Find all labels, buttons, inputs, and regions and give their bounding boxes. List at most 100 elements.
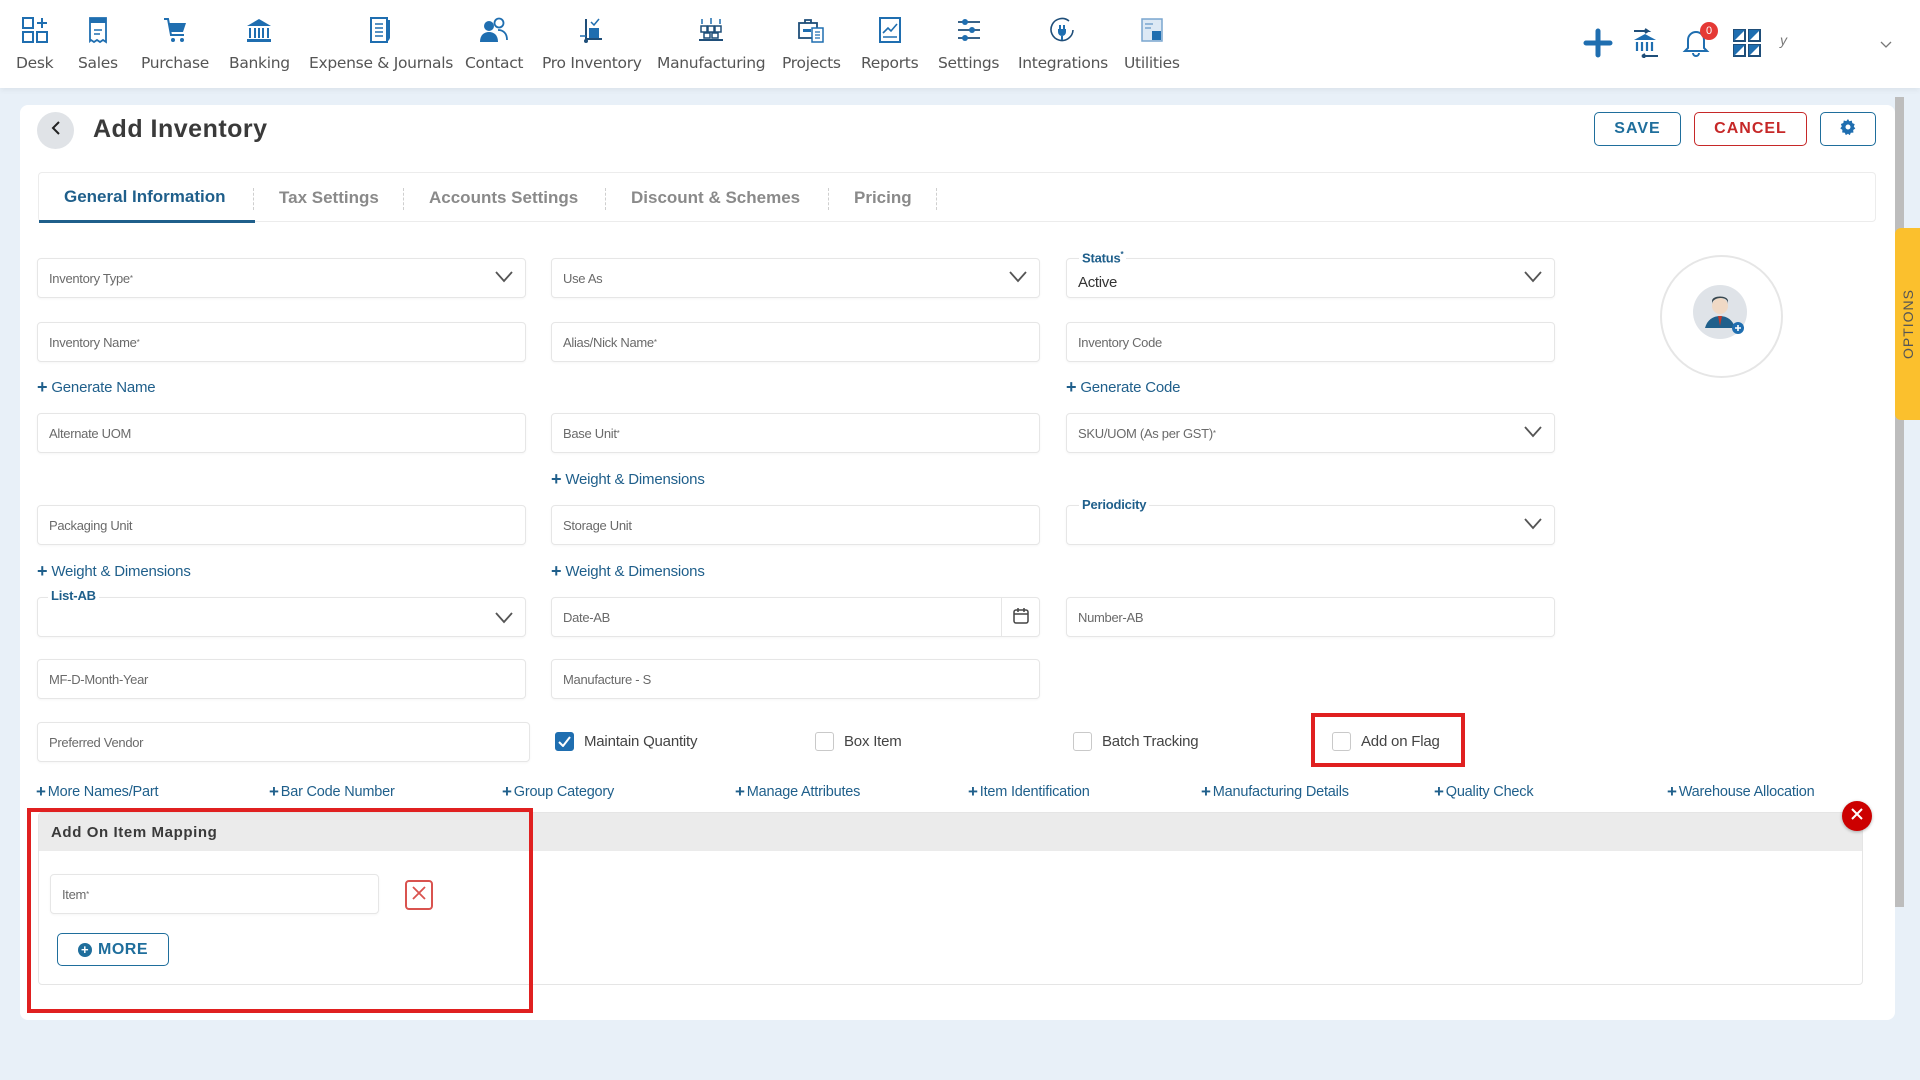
checkbox-unchecked[interactable] xyxy=(1332,732,1351,751)
required-mark: * xyxy=(1212,428,1216,438)
warehouse-allocation-link[interactable]: + Warehouse Allocation xyxy=(1667,783,1815,800)
checkbox-unchecked[interactable] xyxy=(815,732,834,751)
tab-discount-schemes[interactable]: Discount & Schemes xyxy=(631,173,800,223)
status-value: Active xyxy=(1078,273,1118,291)
checkbox-label: Maintain Quantity xyxy=(584,733,698,750)
nav-banking[interactable]: Banking xyxy=(229,14,290,72)
nav-settings[interactable]: Settings xyxy=(938,14,999,72)
box-item-checkbox[interactable]: Box Item xyxy=(815,732,902,751)
inventory-code-input[interactable]: Inventory Code xyxy=(1066,322,1555,362)
generate-code-link[interactable]: + Generate Code xyxy=(1066,378,1180,396)
item-input[interactable]: Item * xyxy=(50,874,379,914)
quick-add-button[interactable] xyxy=(1583,28,1613,63)
nav-utilities[interactable]: Utilities xyxy=(1124,14,1180,72)
tab-general-information[interactable]: General Information xyxy=(39,173,255,223)
notifications-button[interactable]: 0 xyxy=(1680,22,1718,63)
status-select[interactable]: Status* Active xyxy=(1066,250,1555,298)
tab-pricing[interactable]: Pricing xyxy=(854,173,912,223)
manufacturing-details-link[interactable]: + Manufacturing Details xyxy=(1201,783,1349,800)
utilities-icon xyxy=(1136,14,1168,46)
cancel-button[interactable]: CANCEL xyxy=(1694,112,1807,146)
nav-contact[interactable]: Contact xyxy=(465,14,524,72)
inventory-type-select[interactable]: Inventory Type * xyxy=(37,258,526,298)
nav-sales[interactable]: Sales xyxy=(78,14,118,72)
batch-tracking-checkbox[interactable]: Batch Tracking xyxy=(1073,732,1199,751)
field-placeholder: Inventory Name xyxy=(49,334,137,350)
plus-icon: + xyxy=(269,782,279,801)
checkbox-unchecked[interactable] xyxy=(1073,732,1092,751)
tab-accounts-settings[interactable]: Accounts Settings xyxy=(429,173,578,223)
bank-transfer-button[interactable] xyxy=(1630,28,1660,63)
chevron-down-icon xyxy=(495,271,513,286)
preferred-vendor-input[interactable]: Preferred Vendor xyxy=(37,722,530,762)
user-name[interactable]: y xyxy=(1780,32,1787,48)
field-placeholder: Inventory Code xyxy=(1078,334,1162,350)
weight-dimensions-link-base-unit[interactable]: + Weight & Dimensions xyxy=(551,470,705,488)
group-category-link[interactable]: + Group Category xyxy=(502,783,614,800)
packaging-unit-input[interactable]: Packaging Unit xyxy=(37,505,526,545)
nav-integrations[interactable]: Integrations xyxy=(1018,14,1108,72)
number-ab-input[interactable]: Number-AB xyxy=(1066,597,1555,637)
nav-purchase[interactable]: Purchase xyxy=(141,14,209,72)
maintain-quantity-checkbox[interactable]: Maintain Quantity xyxy=(555,732,698,751)
more-button[interactable]: + MORE xyxy=(57,933,169,966)
image-upload[interactable] xyxy=(1660,255,1783,378)
field-placeholder: Item xyxy=(62,886,87,902)
manufacture-s-input[interactable]: Manufacture - S xyxy=(551,659,1040,699)
item-identification-link[interactable]: + Item Identification xyxy=(968,783,1090,800)
nav-pro-inventory[interactable]: Pro Inventory xyxy=(542,14,642,72)
field-placeholder: MF-D-Month-Year xyxy=(49,671,149,687)
generate-name-link[interactable]: + Generate Name xyxy=(37,378,156,396)
save-button[interactable]: SAVE xyxy=(1594,112,1681,146)
plug-icon xyxy=(1047,14,1079,46)
options-side-tab[interactable]: OPTIONS xyxy=(1895,228,1920,420)
cart-icon xyxy=(159,14,191,46)
nav-label: Manufacturing xyxy=(657,54,766,72)
back-button[interactable] xyxy=(37,112,74,149)
add-on-flag-checkbox[interactable]: Add on Flag xyxy=(1332,732,1440,751)
field-placeholder: Date-AB xyxy=(563,609,611,625)
tab-separator xyxy=(403,188,404,210)
bar-code-number-link[interactable]: + Bar Code Number xyxy=(269,783,395,800)
vertical-scrollbar[interactable] xyxy=(1895,97,1904,907)
weight-dimensions-link-storage[interactable]: + Weight & Dimensions xyxy=(551,562,705,580)
settings-button[interactable] xyxy=(1820,112,1876,146)
quality-check-link[interactable]: + Quality Check xyxy=(1434,782,1534,801)
alternate-uom-input[interactable]: Alternate UOM xyxy=(37,413,526,453)
plus-icon: + xyxy=(36,782,46,801)
sku-uom-select[interactable]: SKU/UOM (As per GST) * xyxy=(1066,413,1555,453)
plus-icon: + xyxy=(1434,782,1444,801)
nav-label: Desk xyxy=(16,54,54,72)
plus-icon xyxy=(1583,28,1613,62)
manage-attributes-link[interactable]: + Manage Attributes xyxy=(735,783,860,800)
plus-icon: + xyxy=(1201,782,1211,801)
checkbox-checked[interactable] xyxy=(555,732,574,751)
tab-tax-settings[interactable]: Tax Settings xyxy=(279,173,379,223)
storage-unit-input[interactable]: Storage Unit xyxy=(551,505,1040,545)
more-names-part-link[interactable]: + More Names/Part xyxy=(36,782,159,801)
weight-dimensions-link-packaging[interactable]: + Weight & Dimensions xyxy=(37,562,191,580)
nav-projects[interactable]: Projects xyxy=(782,14,841,72)
nav-manufacturing[interactable]: Manufacturing xyxy=(657,14,766,72)
chevron-down-icon xyxy=(1524,426,1542,441)
close-panel-button[interactable] xyxy=(1842,801,1872,831)
calendar-button[interactable] xyxy=(1001,598,1039,636)
periodicity-select[interactable]: Periodicity xyxy=(1066,497,1555,545)
mf-d-month-year-input[interactable]: MF-D-Month-Year xyxy=(37,659,526,699)
user-menu-chevron-down-icon[interactable] xyxy=(1880,36,1892,54)
nav-reports[interactable]: Reports xyxy=(861,14,919,72)
calendar-icon xyxy=(1012,607,1030,628)
inventory-name-input[interactable]: Inventory Name * xyxy=(37,322,526,362)
remove-item-button[interactable] xyxy=(405,880,433,910)
nav-desk[interactable]: Desk xyxy=(16,14,54,72)
field-placeholder: Manufacture - S xyxy=(563,671,651,687)
required-mark: * xyxy=(136,337,140,347)
date-ab-input[interactable]: Date-AB xyxy=(551,597,1040,637)
app-switcher-button[interactable] xyxy=(1732,28,1762,63)
nav-expense-journals[interactable]: Expense & Journals xyxy=(309,14,453,72)
bank-icon xyxy=(243,14,275,46)
list-ab-select[interactable]: List-AB xyxy=(37,588,526,637)
alias-nick-name-input[interactable]: Alias/Nick Name * xyxy=(551,322,1040,362)
use-as-select[interactable]: Use As xyxy=(551,258,1040,298)
base-unit-input[interactable]: Base Unit * xyxy=(551,413,1040,453)
